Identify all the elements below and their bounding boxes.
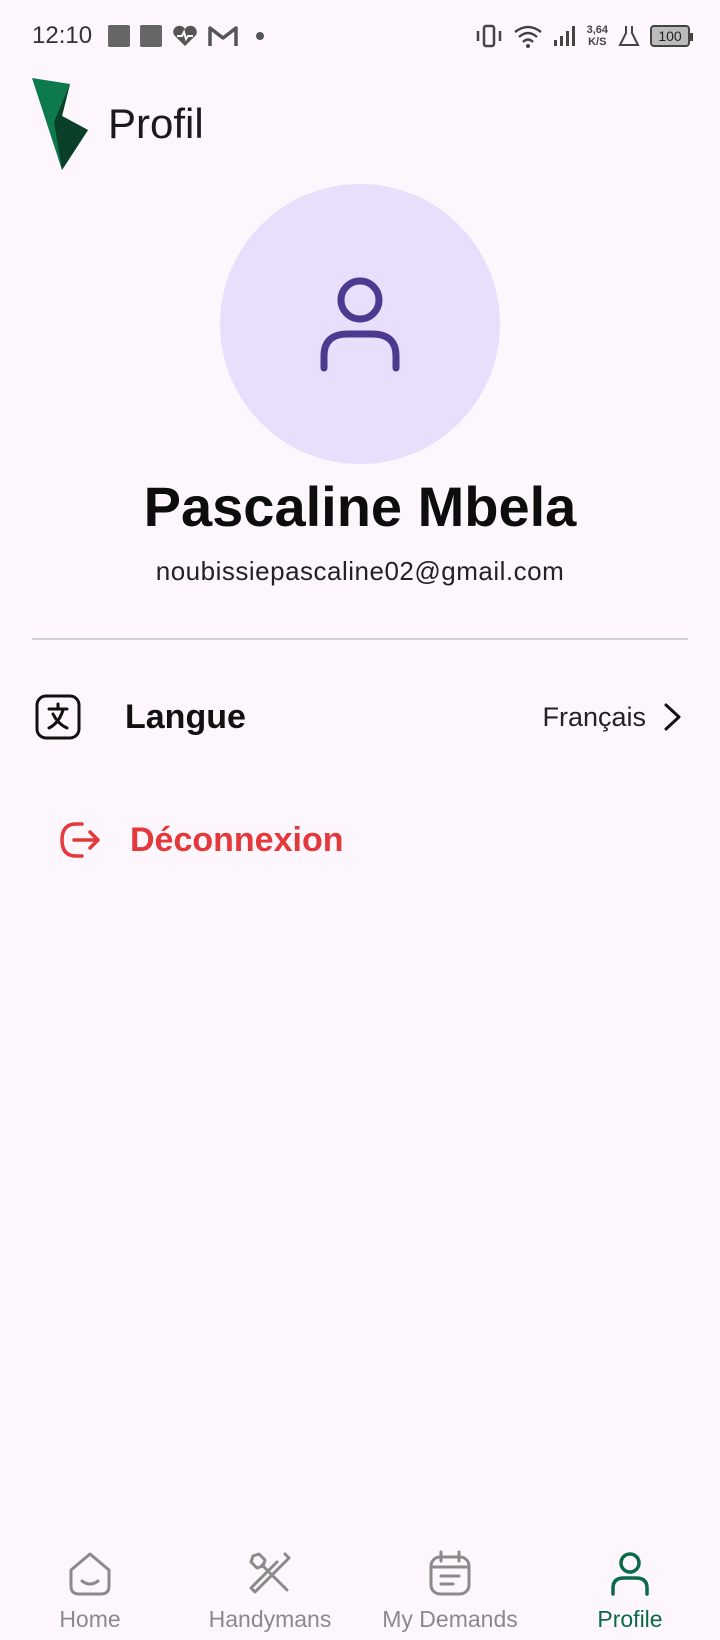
- logout-icon: [60, 822, 100, 858]
- logout-label: Déconnexion: [130, 820, 344, 859]
- nav-item-my-demands[interactable]: My Demands: [360, 1528, 540, 1640]
- nav-item-home[interactable]: Home: [0, 1528, 180, 1640]
- status-bar: 12:10 3,64 K/S 100: [0, 0, 720, 72]
- battery-icon: 100: [650, 25, 693, 47]
- nav-label-my-demands: My Demands: [382, 1606, 518, 1632]
- nav-label-handymans: Handymans: [208, 1606, 332, 1632]
- profile-name: Pascaline Mbela: [143, 475, 577, 538]
- notification-app-icon: [140, 25, 163, 47]
- flask-icon: [618, 26, 640, 46]
- health-heart-icon: [173, 25, 197, 46]
- person-icon: [320, 277, 400, 372]
- wifi-icon: [513, 25, 542, 48]
- nav-item-handymans[interactable]: Handymans: [180, 1528, 360, 1640]
- vibrate-icon: [476, 24, 501, 48]
- avatar[interactable]: [220, 184, 500, 464]
- signal-icon: [553, 26, 575, 46]
- nav-label-profile: Profile: [597, 1606, 663, 1632]
- profile-email: noubissiepascaline02@gmail.com: [155, 556, 565, 586]
- nav-label-home: Home: [59, 1606, 121, 1632]
- calendar-icon: [429, 1550, 471, 1596]
- language-value: Français: [542, 701, 646, 732]
- app-header: Profil: [32, 78, 204, 170]
- status-time: 12:10: [32, 22, 93, 49]
- network-speed-value: 3,64: [586, 24, 608, 36]
- more-notifications-dot-icon: [256, 32, 265, 40]
- nav-item-profile[interactable]: Profile: [540, 1528, 720, 1640]
- divider: [32, 638, 688, 640]
- logout-button[interactable]: Déconnexion: [56, 812, 343, 868]
- network-speed-unit: K/S: [588, 36, 607, 48]
- status-bar-left: 12:10: [32, 22, 265, 50]
- notification-app-icon: [108, 25, 131, 47]
- home-icon: [69, 1552, 111, 1596]
- status-bar-right: 3,64 K/S 100: [475, 24, 693, 48]
- person-icon: [611, 1552, 649, 1596]
- bottom-navigation: Home Handymans My Demands Profile: [0, 1528, 720, 1640]
- page-title: Profil: [108, 100, 204, 147]
- language-label: Langue: [125, 697, 246, 736]
- language-setting-row[interactable]: Langue Français: [32, 686, 688, 748]
- translate-icon: [35, 694, 81, 740]
- battery-level: 100: [658, 28, 682, 44]
- gmail-icon: [208, 26, 238, 46]
- network-speed: 3,64 K/S: [587, 24, 608, 48]
- tools-icon: [249, 1552, 291, 1594]
- chevron-right-icon: [664, 703, 681, 731]
- app-logo-icon: [32, 78, 88, 170]
